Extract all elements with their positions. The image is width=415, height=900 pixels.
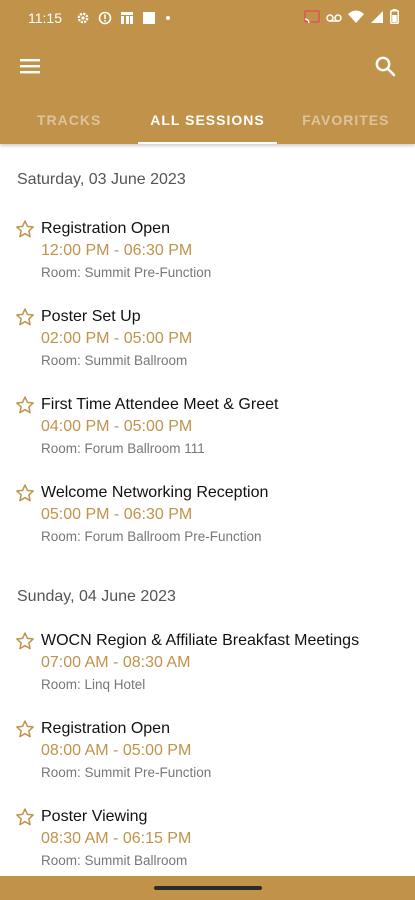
tab-all-sessions[interactable]: ALL SESSIONS (138, 96, 277, 144)
star-outline-icon[interactable] (15, 307, 35, 327)
gear-icon (76, 11, 90, 25)
search-icon (375, 56, 396, 77)
session-time: 02:00 PM - 05:00 PM (41, 330, 193, 347)
session-room: Room: Summit Ballroom (41, 853, 188, 868)
status-bar: 11:15 (0, 0, 415, 36)
session-room: Room: Linq Hotel (41, 677, 146, 692)
cast-icon (304, 9, 320, 27)
tab-tracks[interactable]: TRACKS (0, 96, 138, 144)
app-bar (0, 36, 415, 96)
session-item[interactable]: WOCN Region & Affiliate Breakfast Meetin… (0, 626, 415, 714)
date-header: Saturday, 03 June 2023 (17, 171, 186, 188)
status-time: 11:15 (28, 10, 62, 26)
system-nav-bar (0, 876, 415, 900)
session-title: Poster Set Up (41, 308, 141, 325)
session-room: Room: Forum Ballroom Pre-Function (41, 529, 262, 544)
session-room: Room: Summit Pre-Function (41, 765, 212, 780)
menu-icon (20, 59, 40, 74)
session-title: WOCN Region & Affiliate Breakfast Meetin… (41, 632, 360, 649)
star-outline-icon[interactable] (15, 395, 35, 415)
date-header: Sunday, 04 June 2023 (17, 588, 176, 605)
session-time: 12:00 PM - 06:30 PM (41, 242, 193, 259)
tab-favorites[interactable]: FAVORITES (277, 96, 415, 144)
session-room: Room: Summit Ballroom (41, 353, 188, 368)
session-item[interactable]: First Time Attendee Meet & Greet 04:00 P… (0, 390, 415, 478)
session-time: 04:00 PM - 05:00 PM (41, 418, 193, 435)
session-item[interactable]: Poster Set Up 02:00 PM - 05:00 PM Room: … (0, 302, 415, 390)
signal-icon (370, 10, 384, 27)
session-time: 08:00 AM - 05:00 PM (41, 742, 192, 759)
session-item[interactable]: Registration Open 12:00 PM - 06:30 PM Ro… (0, 214, 415, 302)
battery-icon (390, 9, 399, 27)
star-outline-icon[interactable] (15, 807, 35, 827)
session-title: Poster Viewing (41, 808, 148, 825)
session-title: Registration Open (41, 720, 170, 737)
session-title: Welcome Networking Reception (41, 484, 269, 501)
wifi-icon (348, 10, 364, 27)
session-time: 05:00 PM - 06:30 PM (41, 506, 193, 523)
session-item[interactable]: Registration Open 08:00 AM - 05:00 PM Ro… (0, 714, 415, 802)
session-time: 08:30 AM - 06:15 PM (41, 830, 192, 847)
dot-icon (164, 14, 172, 22)
star-outline-icon[interactable] (15, 219, 35, 239)
tab-bar: TRACKS ALL SESSIONS FAVORITES (0, 96, 415, 144)
voicemail-icon (326, 10, 342, 26)
menu-button[interactable] (16, 52, 44, 80)
star-outline-icon[interactable] (15, 631, 35, 651)
gesture-handle[interactable] (153, 886, 262, 890)
app-notification-icon (120, 11, 134, 25)
session-room: Room: Forum Ballroom 111 (41, 441, 205, 456)
alert-circle-icon (98, 11, 112, 25)
square-notification-icon (142, 11, 156, 25)
star-outline-icon[interactable] (15, 483, 35, 503)
search-button[interactable] (371, 52, 399, 80)
session-room: Room: Summit Pre-Function (41, 265, 212, 280)
star-outline-icon[interactable] (15, 719, 35, 739)
session-title: Registration Open (41, 220, 170, 237)
session-item[interactable]: Poster Viewing 08:30 AM - 06:15 PM Room:… (0, 802, 415, 876)
session-item[interactable]: Welcome Networking Reception 05:00 PM - … (0, 478, 415, 566)
session-list[interactable]: Saturday, 03 June 2023 Registration Open… (0, 144, 415, 876)
session-time: 07:00 AM - 08:30 AM (41, 654, 191, 671)
session-title: First Time Attendee Meet & Greet (41, 396, 279, 413)
